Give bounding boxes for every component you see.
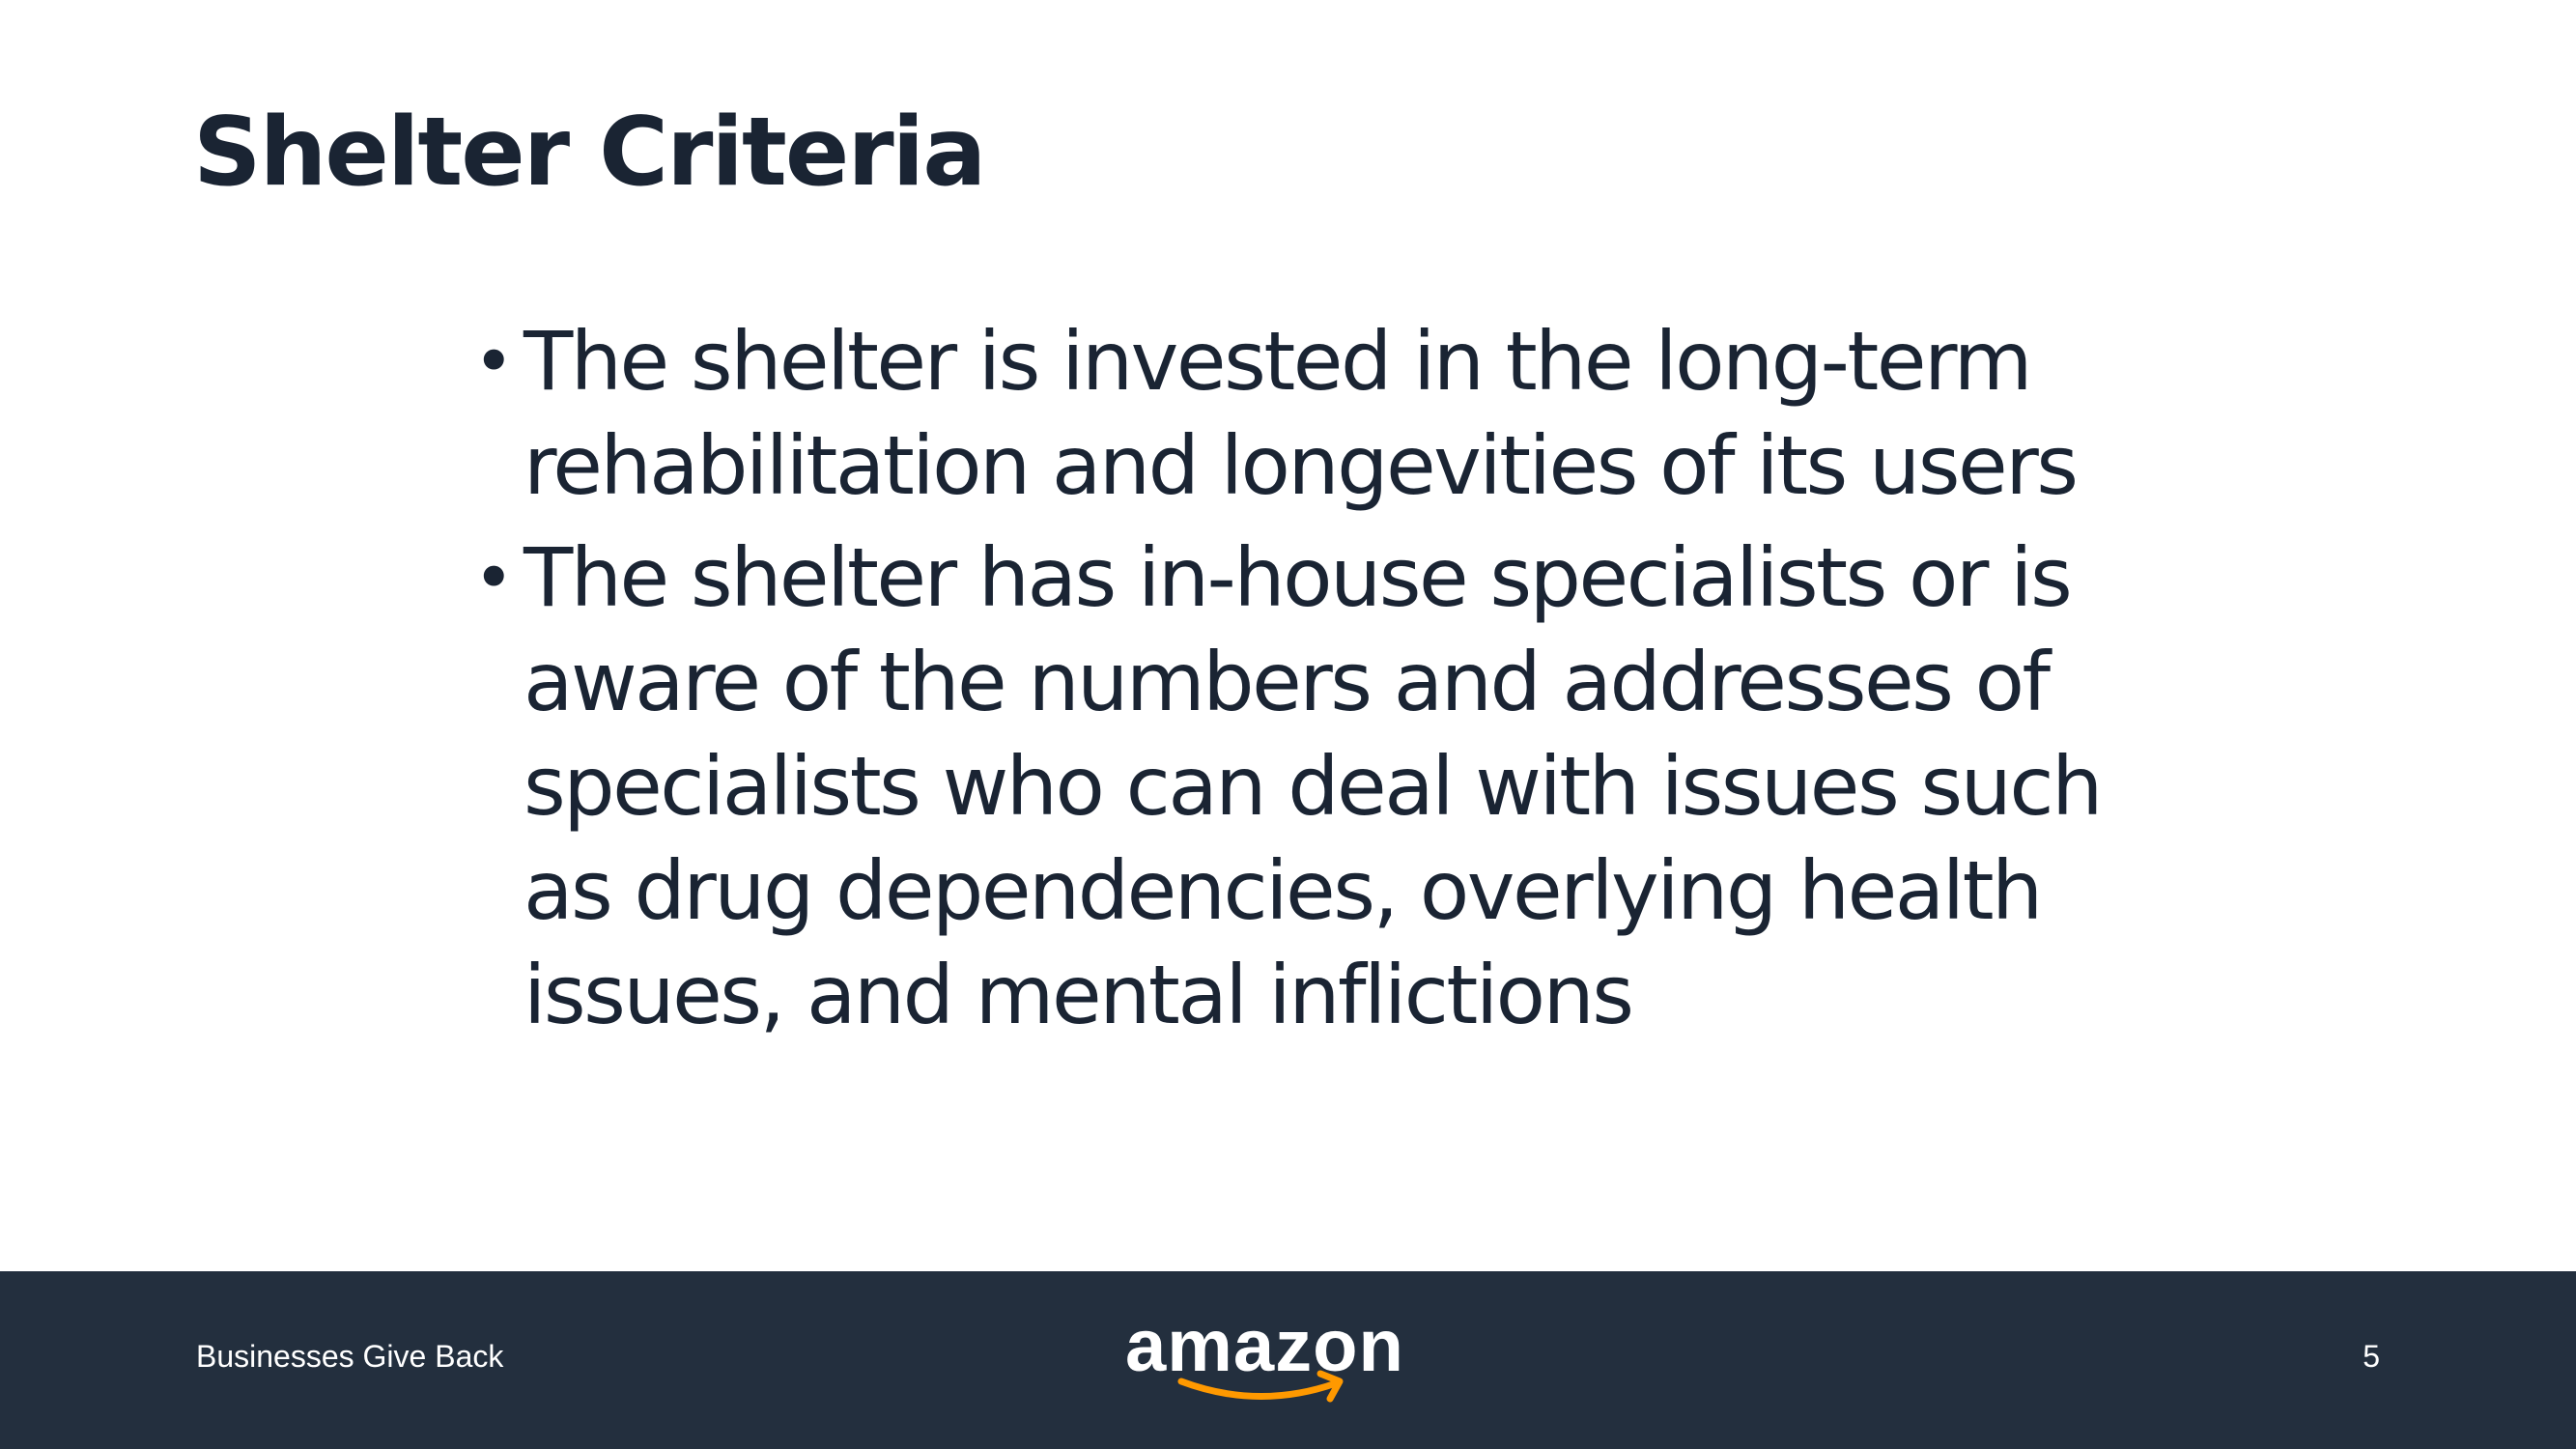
bullet-text: The shelter is invested in the long-term… (524, 314, 2079, 513)
page-number: 5 (2363, 1339, 2380, 1374)
amazon-smile-icon (1177, 1370, 1344, 1403)
bullet-item-shelter-investment: • The shelter is invested in the long-te… (473, 309, 2135, 518)
slide-title: Shelter Criteria (193, 98, 986, 208)
bullet-icon: • (473, 537, 514, 618)
bullet-item-specialists: • The shelter has in-house specialists o… (473, 526, 2135, 1047)
bullet-list: • The shelter is invested in the long-te… (473, 309, 2135, 1055)
footer-bar: Businesses Give Back amazon 5 (0, 1271, 2576, 1449)
bullet-icon: • (473, 321, 514, 402)
bullet-text: The shelter has in-house specialists or … (524, 530, 2103, 1042)
footer-label: Businesses Give Back (196, 1339, 504, 1374)
amazon-logo: amazon (1125, 1305, 1454, 1406)
